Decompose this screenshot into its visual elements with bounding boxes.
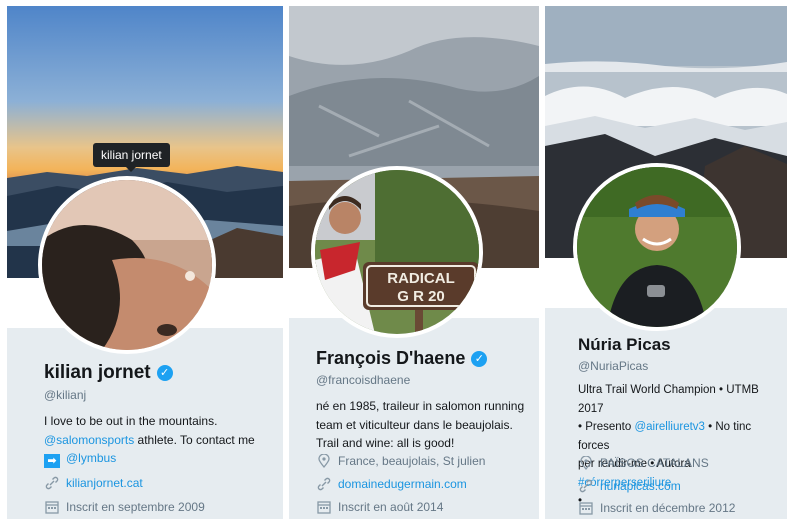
profile-name[interactable]: François D'haene ✓	[316, 348, 488, 369]
profile-handle[interactable]: @francoisdhaene	[316, 373, 410, 387]
profile-location-row: France, beaujolais, St julien	[316, 454, 485, 468]
bio-mention-lymbus[interactable]: @lymbus	[66, 451, 116, 465]
bio-mention-airelliuretv3[interactable]: @airelliuretv3	[634, 421, 704, 433]
bio-mention-salomonsports[interactable]: @salomonsports	[44, 433, 134, 447]
profile-joined-row: Inscrit en août 2014	[316, 500, 443, 514]
profile-joined-row: Inscrit en décembre 2012	[578, 501, 735, 515]
verified-check-icon: ✓	[471, 351, 488, 367]
verified-check-icon: ✓	[156, 365, 173, 381]
profile-location-row: PAÏSOS CATALANS	[578, 456, 709, 470]
bio-line-1: I love to be out in the mountains.	[44, 414, 218, 428]
bio-line-1: né en 1985, traileur in salomon running	[316, 399, 525, 413]
name-tooltip: kilian jornet	[93, 143, 170, 172]
profile-joined-row: Inscrit en septembre 2009	[44, 500, 205, 514]
link-icon	[45, 476, 59, 490]
profile-website-row: domainedugermain.com	[316, 477, 467, 491]
bio-line-3: Trail and wine: all is good!	[316, 436, 455, 450]
profile-website-row: nuriapicas.com	[578, 479, 681, 493]
bio-line-2: team et viticulteur dans le beaujolais.	[316, 417, 513, 432]
joined-date: Inscrit en septembre 2009	[66, 500, 205, 514]
profile-card-kilian: kilian jornet kilian jornet ✓ @kilianj I …	[7, 6, 283, 519]
profile-handle[interactable]: @kilianj	[44, 388, 86, 402]
location-text: PAÏSOS CATALANS	[600, 456, 709, 470]
avatar-kilian[interactable]	[38, 176, 216, 354]
profile-bio: I love to be out in the mountains. @salo…	[44, 412, 279, 468]
bio-line-2a: • Presento	[578, 421, 635, 433]
website-link[interactable]: domainedugermain.com	[338, 477, 467, 491]
profile-bio: né en 1985, traileur in salomon running …	[316, 397, 538, 453]
sign-text-line2: G R 20	[397, 288, 445, 305]
calendar-icon	[317, 501, 331, 514]
profile-name[interactable]: Núria Picas	[578, 335, 671, 355]
avatar-francois[interactable]: RADICAL G R 20	[311, 166, 483, 338]
location-pin-icon	[580, 456, 592, 470]
joined-date: Inscrit en août 2014	[338, 500, 444, 514]
arrow-right-emoji-icon: ➡	[44, 454, 60, 468]
website-link[interactable]: nuriapicas.com	[600, 479, 681, 493]
link-icon	[317, 477, 331, 491]
calendar-icon	[579, 502, 593, 515]
joined-date: Inscrit en décembre 2012	[600, 501, 736, 515]
link-icon	[579, 479, 593, 493]
profile-name[interactable]: kilian jornet ✓	[44, 362, 173, 384]
profile-card-nuria: Núria Picas @NuriaPicas Ultra Trail Worl…	[545, 6, 787, 519]
bio-line-1: Ultra Trail World Champion • UTMB 2017	[578, 384, 759, 415]
bio-line-2-rest: athlete. To contact me	[134, 432, 255, 447]
profile-card-francois: RADICAL G R 20 François D'haene ✓ @franco…	[289, 6, 539, 519]
profile-name-text[interactable]: François D'haene	[316, 348, 465, 368]
profile-name-text[interactable]: kilian jornet	[44, 362, 151, 383]
location-pin-icon	[318, 454, 330, 468]
profile-handle[interactable]: @NuriaPicas	[578, 359, 648, 373]
calendar-icon	[45, 501, 59, 514]
website-link[interactable]: kilianjornet.cat	[66, 476, 143, 490]
sign-text-line1: RADICAL	[387, 270, 455, 287]
location-text: France, beaujolais, St julien	[338, 454, 486, 468]
profile-website-row: kilianjornet.cat	[44, 476, 143, 490]
avatar-nuria[interactable]	[573, 163, 741, 331]
